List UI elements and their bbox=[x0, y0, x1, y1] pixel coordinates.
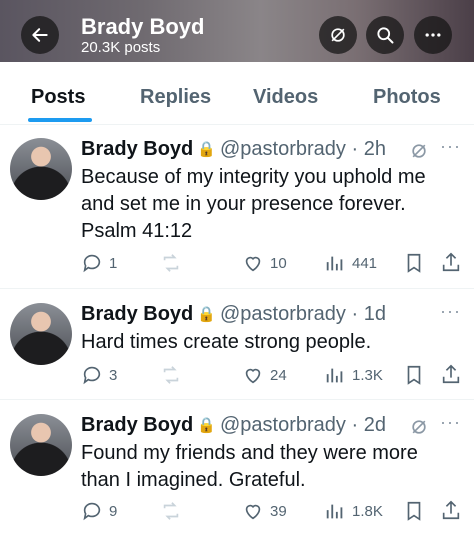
repost-icon bbox=[163, 502, 179, 520]
handle-text: @pastorbrady bbox=[220, 303, 346, 325]
tab-replies[interactable]: Replies bbox=[140, 86, 211, 109]
post-time: 1d bbox=[363, 303, 386, 325]
view-count: 1.8K bbox=[352, 502, 383, 520]
author-name[interactable]: Brady Boyd bbox=[81, 138, 193, 161]
share-icon[interactable] bbox=[440, 251, 462, 273]
profile-name: Brady Boyd bbox=[81, 14, 205, 39]
back-arrow-icon bbox=[32, 28, 48, 42]
profile-header: Brady Boyd 20.3K posts bbox=[0, 0, 474, 62]
post-text: Because of my integrity you uphold me an… bbox=[81, 166, 426, 242]
tab-posts[interactable]: Posts bbox=[31, 86, 85, 109]
search-icon bbox=[377, 27, 394, 44]
post-more-icon[interactable]: ··· bbox=[440, 412, 461, 433]
more-icon bbox=[425, 33, 441, 37]
eye-slash-icon bbox=[331, 28, 345, 42]
reply-button[interactable]: 3 bbox=[81, 364, 117, 386]
eye-slash-icon[interactable] bbox=[409, 417, 429, 437]
views-button[interactable]: 441 bbox=[324, 252, 377, 274]
avatar[interactable] bbox=[10, 138, 72, 200]
eye-slash-icon[interactable] bbox=[409, 141, 429, 161]
heart-icon bbox=[245, 256, 261, 272]
repost-button[interactable] bbox=[160, 252, 182, 274]
reply-button[interactable]: 9 bbox=[81, 500, 117, 522]
like-count: 10 bbox=[270, 254, 287, 272]
back-button[interactable] bbox=[21, 16, 59, 54]
reply-count: 3 bbox=[109, 366, 118, 384]
post-time: 2d bbox=[363, 414, 386, 436]
like-count: 39 bbox=[270, 502, 287, 520]
like-count: 24 bbox=[270, 366, 287, 384]
views-button[interactable]: 1.3K bbox=[324, 364, 383, 386]
author-handle[interactable]: @pastorbrady · 1d bbox=[220, 303, 386, 326]
post-count: 20.3K posts bbox=[81, 39, 161, 56]
bookmark-icon[interactable] bbox=[403, 364, 425, 386]
repost-button[interactable] bbox=[160, 364, 182, 386]
post-more-icon[interactable]: ··· bbox=[440, 301, 461, 322]
post-text: Hard times create strong people. bbox=[81, 331, 372, 353]
author-name[interactable]: Brady Boyd bbox=[81, 303, 193, 326]
views-icon bbox=[326, 256, 343, 271]
reply-button[interactable]: 1 bbox=[81, 252, 117, 274]
profile-tabs: Posts Replies Videos Photos bbox=[0, 62, 474, 125]
post-more-icon[interactable]: ··· bbox=[440, 136, 461, 157]
bookmark-icon[interactable] bbox=[403, 252, 425, 274]
tab-photos[interactable]: Photos bbox=[373, 86, 441, 109]
lock-icon: 🔒 bbox=[197, 141, 216, 158]
handle-text: @pastorbrady bbox=[220, 138, 346, 160]
view-count: 441 bbox=[352, 254, 378, 272]
bookmark-icon[interactable] bbox=[403, 500, 425, 522]
post-item[interactable]: Brady Boyd 🔒 @pastorbrady · 1d ··· Hard … bbox=[0, 289, 474, 400]
more-button[interactable] bbox=[414, 16, 452, 54]
heart-icon bbox=[245, 368, 261, 384]
view-count: 1.3K bbox=[352, 366, 383, 384]
post-item[interactable]: Brady Boyd 🔒 @pastorbrady · 2d ··· Found… bbox=[0, 400, 474, 542]
like-button[interactable]: 24 bbox=[242, 364, 287, 386]
active-tab-indicator bbox=[28, 118, 92, 122]
post-time: 2h bbox=[363, 138, 386, 160]
handle-text: @pastorbrady bbox=[220, 414, 346, 436]
share-icon[interactable] bbox=[440, 363, 462, 385]
views-icon bbox=[326, 368, 343, 383]
reply-icon bbox=[83, 254, 101, 273]
lock-icon: 🔒 bbox=[197, 417, 216, 434]
repost-icon bbox=[163, 366, 179, 384]
heart-icon bbox=[245, 504, 261, 520]
views-button[interactable]: 1.8K bbox=[324, 500, 383, 522]
tab-videos[interactable]: Videos bbox=[253, 86, 318, 109]
repost-button[interactable] bbox=[160, 500, 182, 522]
search-button[interactable] bbox=[366, 16, 404, 54]
avatar[interactable] bbox=[10, 303, 72, 365]
like-button[interactable]: 10 bbox=[242, 252, 287, 274]
author-handle[interactable]: @pastorbrady · 2h bbox=[220, 138, 386, 161]
author-name[interactable]: Brady Boyd bbox=[81, 414, 193, 437]
reply-count: 9 bbox=[109, 502, 118, 520]
like-button[interactable]: 39 bbox=[242, 500, 287, 522]
post-text: Found my friends and they were more than… bbox=[81, 442, 418, 491]
lock-icon: 🔒 bbox=[197, 306, 216, 323]
share-icon[interactable] bbox=[440, 499, 462, 521]
repost-icon bbox=[163, 254, 179, 272]
avatar[interactable] bbox=[10, 414, 72, 476]
reply-icon bbox=[83, 366, 101, 385]
reply-icon bbox=[83, 502, 101, 521]
post-item[interactable]: Brady Boyd 🔒 @pastorbrady · 2h ··· Becau… bbox=[0, 124, 474, 289]
reply-count: 1 bbox=[109, 254, 118, 272]
author-handle[interactable]: @pastorbrady · 2d bbox=[220, 414, 386, 437]
views-icon bbox=[326, 504, 343, 519]
hide-replies-button[interactable] bbox=[319, 16, 357, 54]
